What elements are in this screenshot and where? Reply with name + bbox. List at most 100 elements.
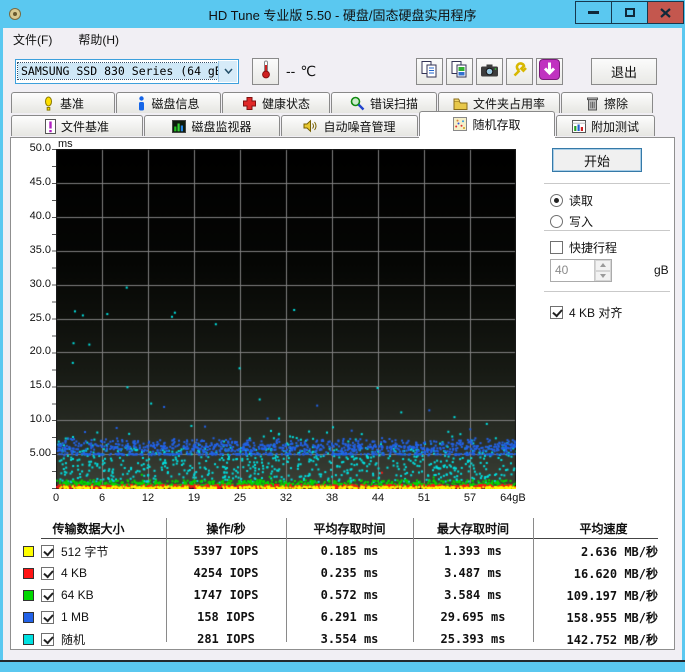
series-label: 64 KB: [61, 588, 94, 602]
y-tick-label: 25.0: [13, 312, 51, 324]
tab-strip: 基准 磁盘信息健康状态 错误扫描 文件夹占用率擦除 文件基准 磁盘监视器 自动噪音管理 随机…: [3, 92, 682, 137]
random-access-icon: [453, 117, 467, 131]
file-benchmark-icon: [45, 119, 56, 134]
tab-row-2: 文件基准 磁盘监视器 自动噪音管理 随机存取附加测试: [11, 113, 682, 136]
options-button[interactable]: [506, 58, 533, 85]
series-cell: 随机: [11, 631, 166, 648]
tab-disk-info[interactable]: 磁盘信息: [116, 92, 221, 113]
aam-icon: [303, 119, 318, 133]
exit-button[interactable]: 退出: [591, 58, 657, 85]
avg-access-value: 0.572 ms: [286, 588, 413, 602]
table-row: 随机281 IOPS3.554 ms25.393 ms142.752 MB/秒: [11, 628, 674, 650]
error-scan-icon: [350, 96, 365, 111]
x-tick-label: 0: [53, 492, 59, 504]
copy-image-button[interactable]: [446, 58, 473, 85]
arrow-up-icon: [600, 263, 606, 267]
save-button[interactable]: [536, 58, 563, 85]
chevron-down-icon[interactable]: [218, 61, 237, 82]
tab-erase[interactable]: 擦除: [561, 92, 653, 113]
menu-file[interactable]: 文件(F): [13, 31, 52, 48]
legend-color-swatch: [23, 634, 34, 645]
x-tick-label: 44: [372, 492, 384, 504]
spin-down-button[interactable]: [595, 271, 611, 282]
series-cell: 1 MB: [11, 610, 166, 624]
results-table: 传输数据大小操作/秒平均存取时间最大存取时间平均速度 512 字节5397 IO…: [11, 516, 674, 650]
screenshot-button[interactable]: [476, 58, 503, 85]
folder-icon: [453, 97, 468, 110]
max-access-value: 25.393 ms: [413, 632, 533, 646]
table-header: 操作/秒: [166, 520, 286, 537]
tab-file-benchmark[interactable]: 文件基准: [11, 115, 143, 136]
read-radio[interactable]: 读取: [550, 192, 593, 209]
column-divider: [286, 518, 287, 642]
maximize-button[interactable]: [611, 1, 648, 24]
series-visibility-checkbox[interactable]: [41, 567, 54, 580]
chart-area: ms 50.045.040.035.030.025.020.015.010.05…: [11, 138, 536, 513]
align-checkbox[interactable]: 4 KB 对齐: [550, 304, 622, 321]
series-visibility-checkbox[interactable]: [41, 545, 54, 558]
series-visibility-checkbox[interactable]: [41, 633, 54, 646]
avg-access-value: 6.291 ms: [286, 610, 413, 624]
tab-extra-tests[interactable]: 附加测试: [556, 115, 655, 136]
window-bottom-frame: [0, 660, 685, 672]
drive-select[interactable]: SAMSUNG SSD 830 Series (64 gB): [15, 59, 239, 84]
quick-range-checkbox[interactable]: 快捷行程: [550, 239, 617, 256]
x-tick-label: 6: [99, 492, 105, 504]
close-button[interactable]: [647, 1, 684, 24]
copy-image-icon: [450, 60, 469, 82]
ops-value: 4254 IOPS: [166, 566, 286, 580]
x-tick-label: 38: [326, 492, 338, 504]
series-label: 1 MB: [61, 610, 89, 624]
minimize-button[interactable]: [575, 1, 612, 24]
series-visibility-checkbox[interactable]: [41, 589, 54, 602]
temperature-button[interactable]: [252, 58, 279, 85]
spinner-buttons: [594, 260, 611, 281]
menu-help[interactable]: 帮助(H): [78, 31, 119, 48]
tab-random-access[interactable]: 随机存取: [419, 111, 555, 136]
toolbar: SAMSUNG SSD 830 Series (64 gB) -- ℃ 退出: [3, 50, 682, 92]
tab-label: 自动噪音管理: [323, 118, 395, 135]
close-icon: [660, 8, 671, 18]
app-window: HD Tune 专业版 5.50 - 硬盘/固态硬盘实用程序 文件(F) 帮助(…: [0, 0, 685, 672]
temperature-unit: ℃: [300, 63, 316, 80]
legend-color-swatch: [23, 612, 34, 623]
tab-label: 文件夹占用率: [473, 95, 545, 112]
y-tick-label: 30.0: [13, 278, 51, 290]
table-body: 512 字节5397 IOPS0.185 ms1.393 ms2.636 MB/…: [11, 540, 674, 650]
quick-range-value: 40: [551, 260, 594, 281]
tab-folder-usage[interactable]: 文件夹占用率: [438, 92, 560, 113]
series-visibility-checkbox[interactable]: [41, 611, 54, 624]
column-divider: [533, 518, 534, 642]
legend-color-swatch: [23, 590, 34, 601]
tab-label: 磁盘监视器: [191, 118, 251, 135]
tab-error-scan[interactable]: 错误扫描: [331, 92, 437, 113]
disk-info-icon: [137, 96, 146, 111]
table-row: 64 KB1747 IOPS0.572 ms3.584 ms109.197 MB…: [11, 584, 674, 606]
start-button[interactable]: 开始: [552, 148, 642, 172]
tab-health[interactable]: 健康状态: [222, 92, 330, 113]
erase-icon: [586, 96, 599, 111]
max-access-value: 1.393 ms: [413, 544, 533, 558]
ops-value: 1747 IOPS: [166, 588, 286, 602]
extra-tests-icon: [572, 120, 586, 133]
tab-disk-monitor[interactable]: 磁盘监视器: [144, 115, 280, 136]
table-header: 最大存取时间: [413, 520, 533, 537]
write-radio[interactable]: 写入: [550, 213, 593, 230]
tab-row-1: 基准 磁盘信息健康状态 错误扫描 文件夹占用率擦除: [11, 92, 682, 113]
x-tick-label: 57: [464, 492, 476, 504]
tab-aam[interactable]: 自动噪音管理: [281, 115, 418, 136]
write-radio-label: 写入: [569, 213, 593, 230]
quick-range-spinner[interactable]: 40: [550, 259, 612, 282]
toolbar-buttons: [416, 58, 563, 85]
copy-text-button[interactable]: [416, 58, 443, 85]
benchmark-icon: [42, 96, 55, 111]
series-cell: 4 KB: [11, 566, 166, 580]
table-header-row: 传输数据大小操作/秒平均存取时间最大存取时间平均速度: [11, 516, 674, 540]
tab-label: 错误扫描: [370, 95, 418, 112]
spin-up-button[interactable]: [595, 260, 611, 271]
tab-benchmark[interactable]: 基准: [11, 92, 115, 113]
y-tick-label: 15.0: [13, 379, 51, 391]
y-tick-label: 10.0: [13, 413, 51, 425]
tab-label: 基准: [60, 95, 84, 112]
quick-range-label: 快捷行程: [569, 239, 617, 256]
